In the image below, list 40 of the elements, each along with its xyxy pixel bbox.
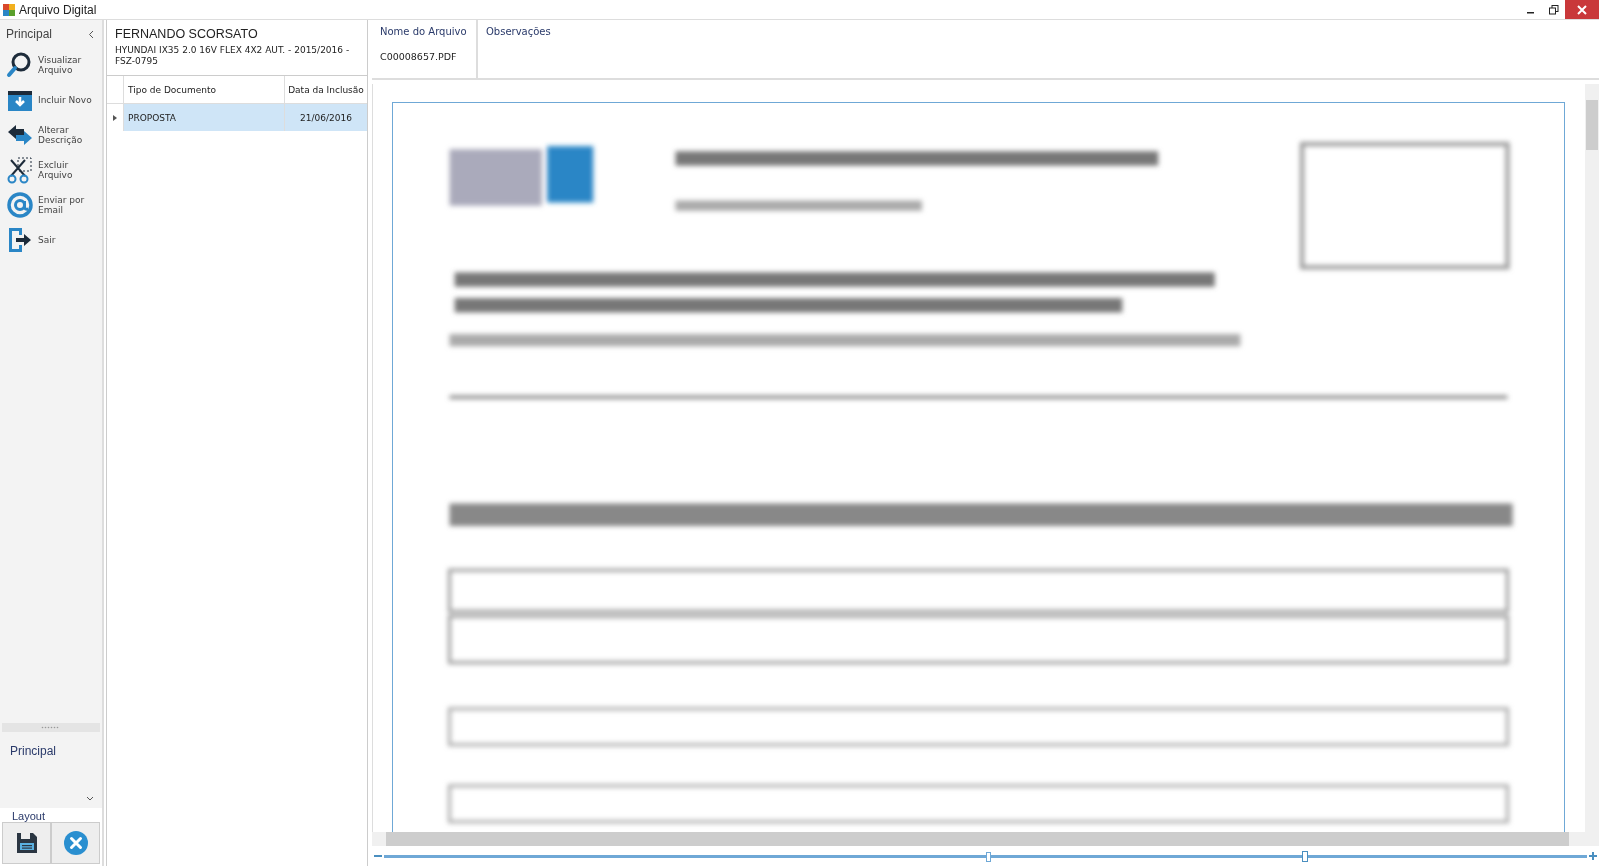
grip-dots-icon [41, 726, 61, 729]
field-label: Nome do Arquivo [380, 26, 468, 37]
close-button[interactable] [1565, 0, 1599, 19]
sidebar-item[interactable]: Incluir Novo [0, 82, 102, 117]
splitter-grip[interactable] [2, 723, 100, 732]
sidebar-item[interactable]: Alterar Descrição [0, 117, 102, 152]
sidebar-item[interactable]: Enviar por Email [0, 187, 102, 222]
row-indicator-icon [113, 114, 117, 121]
table-cell: 21/06/2016 [285, 104, 367, 131]
column-header[interactable]: Tipo de Documento [124, 76, 285, 103]
vehicle-description: HYUNDAI IX35 2.0 16V FLEX 4X2 AUT. - 2015/2016 - FSZ-0795 [115, 45, 351, 67]
group-tab[interactable]: Principal [8, 738, 94, 764]
table-cell: PROPOSTA [124, 104, 285, 131]
horizontal-scrollbar[interactable] [372, 832, 1599, 846]
sidebar-item[interactable]: Sair [0, 222, 102, 257]
table-row[interactable]: PROPOSTA 21/06/2016 [107, 104, 367, 131]
collapse-icon[interactable] [88, 29, 94, 39]
restore-icon [1548, 4, 1559, 15]
file-name: C00008657.PDF [380, 51, 458, 62]
sidebar-item[interactable]: Excluir Arquivo [0, 152, 102, 187]
slider-thumb[interactable] [1302, 850, 1309, 862]
slider-tick [985, 851, 991, 862]
app-icon [3, 3, 15, 16]
close-circle-icon [62, 830, 89, 856]
window-title: Arquivo Digital [19, 2, 98, 17]
column-header[interactable]: Data da Inclusão [285, 76, 367, 103]
client-name: FERNANDO SCORSATO [115, 27, 259, 41]
minimize-icon [1527, 11, 1534, 14]
zoom-in-icon[interactable] [1589, 852, 1597, 860]
sidebar-title: Principal [6, 27, 53, 41]
sidebar-item[interactable]: Visualizar Arquivo [0, 47, 102, 82]
scissors-icon [6, 155, 34, 184]
zoom-out-icon[interactable] [374, 852, 382, 860]
chevron-down-icon[interactable] [86, 796, 94, 802]
layout-label: Layout [11, 810, 47, 822]
vertical-scrollbar[interactable] [1585, 84, 1599, 832]
at-sign-icon [6, 190, 34, 219]
save-button[interactable] [2, 822, 51, 864]
close-icon [1577, 4, 1587, 15]
field-label: Observações [486, 26, 552, 37]
